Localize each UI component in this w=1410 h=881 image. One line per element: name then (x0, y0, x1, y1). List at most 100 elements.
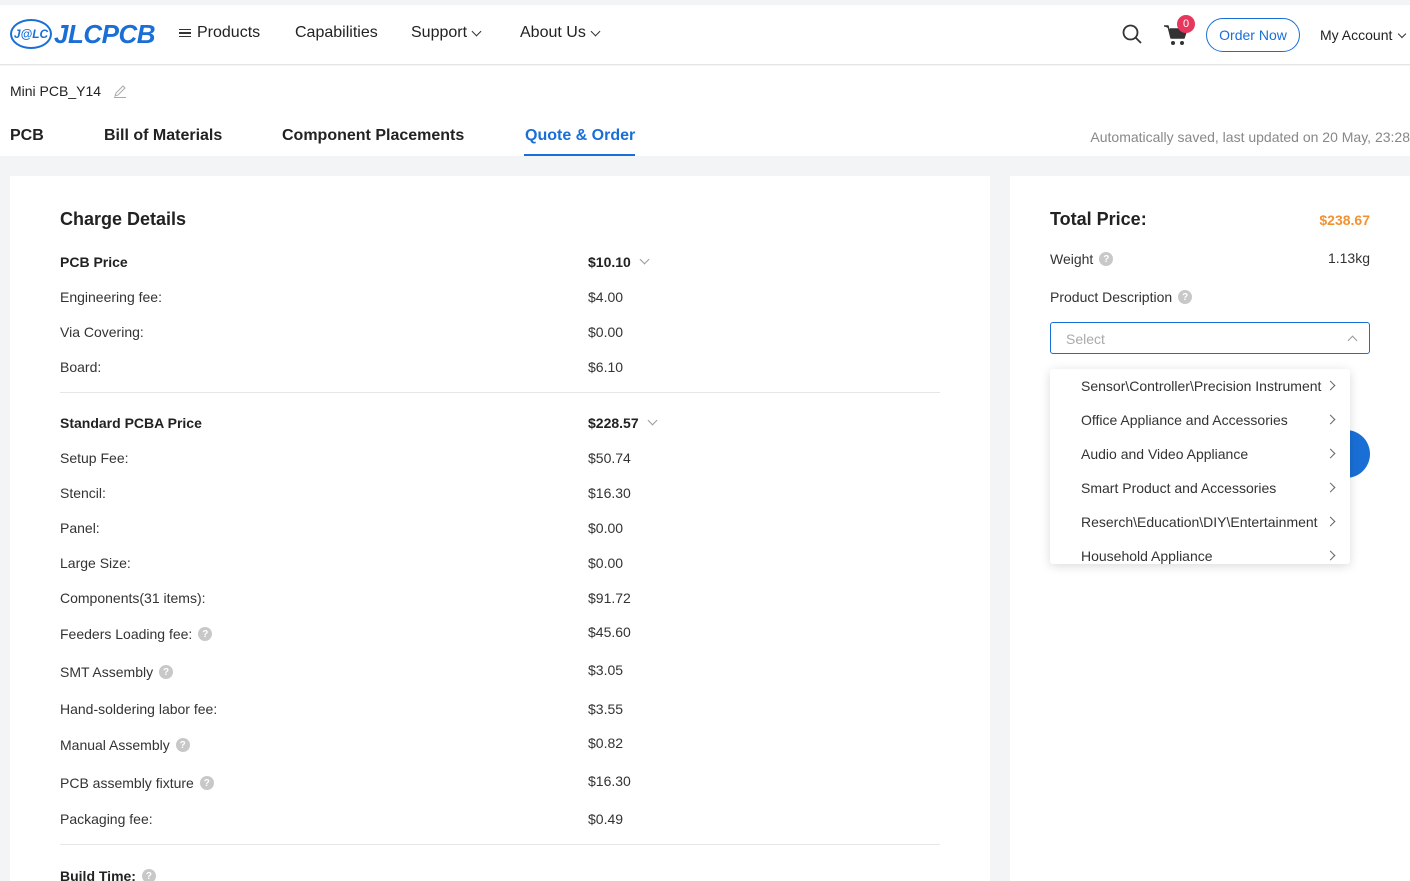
charge-label: Components(31 items): (60, 590, 206, 606)
charge-value: $50.74 (588, 450, 631, 466)
dropdown-option[interactable]: Sensor\Controller\Precision Instrument (1050, 369, 1350, 403)
charge-label: Engineering fee: (60, 289, 162, 305)
product-description-text: Product Description (1050, 289, 1173, 305)
question-icon[interactable]: ? (159, 665, 174, 679)
nav-about-label: About Us (520, 24, 586, 41)
order-now-button[interactable]: Order Now (1206, 18, 1300, 52)
charge-label-text: Manual Assembly (60, 737, 170, 753)
charge-value: $6.10 (588, 359, 624, 375)
charge-value: $0.49 (588, 811, 624, 827)
charge-label: Hand-soldering labor fee: (60, 701, 218, 717)
tab-pcb[interactable]: PCB (10, 127, 44, 145)
project-name: Mini PCB_Y14 (10, 83, 127, 99)
pcba-price-row[interactable]: Standard PCBA Price $228.57 (60, 415, 940, 435)
pcba-price-value: $228.57 (588, 415, 658, 431)
charge-label: Packaging fee: (60, 811, 153, 827)
charge-label-text: SMT Assembly (60, 664, 154, 680)
charge-row: Board: $6.10 (60, 359, 940, 379)
tab-quote-order[interactable]: Quote & Order (525, 127, 635, 145)
weight-label: Weight ? (1050, 251, 1114, 267)
chevron-down-icon[interactable] (647, 415, 658, 426)
charge-value: $4.00 (588, 289, 624, 305)
charge-value: $16.30 (588, 485, 631, 501)
nav-support[interactable]: Support (411, 24, 482, 42)
logo-badge: J@LC (10, 19, 52, 49)
product-description-select[interactable]: Select (1050, 322, 1370, 354)
charge-row: Stencil: $16.30 (60, 485, 940, 505)
charge-value: $0.00 (588, 324, 624, 340)
charge-row: Manual Assembly? $0.82 (60, 735, 940, 757)
logo-text: JLCPCB (54, 18, 156, 49)
total-price-label: Total Price: (1050, 209, 1147, 229)
charge-value: $91.72 (588, 590, 631, 606)
nav-products[interactable]: Products (179, 24, 260, 42)
nav-products-label: Products (197, 24, 261, 41)
nav-about-us[interactable]: About Us (520, 24, 601, 42)
dropdown-option-label: Office Appliance and Accessories (1081, 412, 1288, 428)
autosave-status: Automatically saved, last updated on 20 … (1090, 129, 1410, 145)
dropdown-option[interactable]: Reserch\Education\DIY\Entertainment (1050, 505, 1350, 539)
chevron-down-icon (590, 26, 601, 36)
weight-value: 1.13kg (1327, 250, 1370, 266)
menu-icon (179, 27, 191, 40)
divider (60, 844, 940, 845)
charge-value: $16.30 (588, 773, 631, 789)
total-price-value: $238.67 (1319, 212, 1370, 228)
charge-row: Packaging fee: $0.49 (60, 811, 940, 831)
chevron-right-icon (1325, 550, 1336, 561)
chevron-right-icon (1325, 380, 1336, 391)
chevron-right-icon (1325, 414, 1336, 425)
charge-row: Panel: $0.00 (60, 520, 940, 540)
charge-label: Feeders Loading fee:? (60, 626, 213, 642)
dropdown-option-label: Audio and Video Appliance (1081, 446, 1249, 462)
charge-label: SMT Assembly? (60, 664, 174, 680)
chevron-right-icon (1325, 482, 1336, 493)
charge-row: SMT Assembly? $3.05 (60, 662, 940, 684)
charge-row: PCB assembly fixture? $16.30 (60, 773, 940, 795)
dropdown-option[interactable]: Household Appliance (1050, 539, 1350, 564)
chevron-down-icon (471, 26, 482, 36)
question-icon[interactable]: ? (1099, 252, 1114, 266)
chevron-right-icon (1325, 448, 1336, 459)
charge-details-panel: Charge Details PCB Price $10.10 Engineer… (10, 176, 990, 881)
question-icon[interactable]: ? (141, 869, 156, 881)
question-icon[interactable]: ? (175, 738, 190, 752)
charge-label: Setup Fee: (60, 450, 129, 466)
charge-row: Engineering fee: $4.00 (60, 289, 940, 309)
question-icon[interactable]: ? (198, 627, 213, 641)
pcba-price-amount: $228.57 (588, 415, 639, 431)
tab-component-placements[interactable]: Component Placements (282, 127, 464, 145)
jlcpcb-logo[interactable]: J@LC JLCPCB (10, 17, 156, 51)
site-header: J@LC JLCPCB Products Capabilities Suppor… (0, 5, 1410, 65)
question-icon[interactable]: ? (199, 776, 214, 790)
charge-label-text: Feeders Loading fee: (60, 626, 193, 642)
tab-bill-of-materials[interactable]: Bill of Materials (104, 127, 222, 145)
dropdown-option-label: Reserch\Education\DIY\Entertainment (1081, 514, 1318, 530)
chevron-down-icon[interactable] (639, 254, 650, 265)
charge-label: Panel: (60, 520, 100, 536)
dropdown-option[interactable]: Audio and Video Appliance (1050, 437, 1350, 471)
dropdown-option-label: Smart Product and Accessories (1081, 480, 1277, 496)
dropdown-option[interactable]: Smart Product and Accessories (1050, 471, 1350, 505)
my-account-menu[interactable]: My Account (1320, 27, 1407, 43)
nav-capabilities[interactable]: Capabilities (295, 24, 378, 42)
project-subheader: Mini PCB_Y14 PCB Bill of Materials Compo… (0, 66, 1410, 156)
order-summary-panel: Total Price: $238.67 Weight ? 1.13kg Pro… (1010, 176, 1410, 881)
cart-count-badge: 0 (1177, 15, 1195, 33)
pencil-icon[interactable] (113, 84, 127, 98)
dropdown-option[interactable]: Office Appliance and Accessories (1050, 403, 1350, 437)
charge-value: $3.55 (588, 701, 624, 717)
charge-row: Feeders Loading fee:? $45.60 (60, 624, 940, 646)
weight-label-text: Weight (1050, 251, 1094, 267)
charge-label: PCB assembly fixture? (60, 775, 214, 791)
active-tab-indicator (524, 154, 635, 156)
charge-row: Via Covering: $0.00 (60, 324, 940, 344)
search-icon[interactable] (1122, 24, 1142, 44)
question-icon[interactable]: ? (1178, 290, 1193, 304)
charge-label-text: PCB assembly fixture (60, 775, 194, 791)
chevron-down-icon (1398, 29, 1407, 38)
dropdown-option-label: Household Appliance (1081, 548, 1213, 564)
product-description-label: Product Description ? (1050, 289, 1193, 305)
pcb-price-row[interactable]: PCB Price $10.10 (60, 254, 940, 274)
charge-details-title: Charge Details (60, 209, 187, 229)
